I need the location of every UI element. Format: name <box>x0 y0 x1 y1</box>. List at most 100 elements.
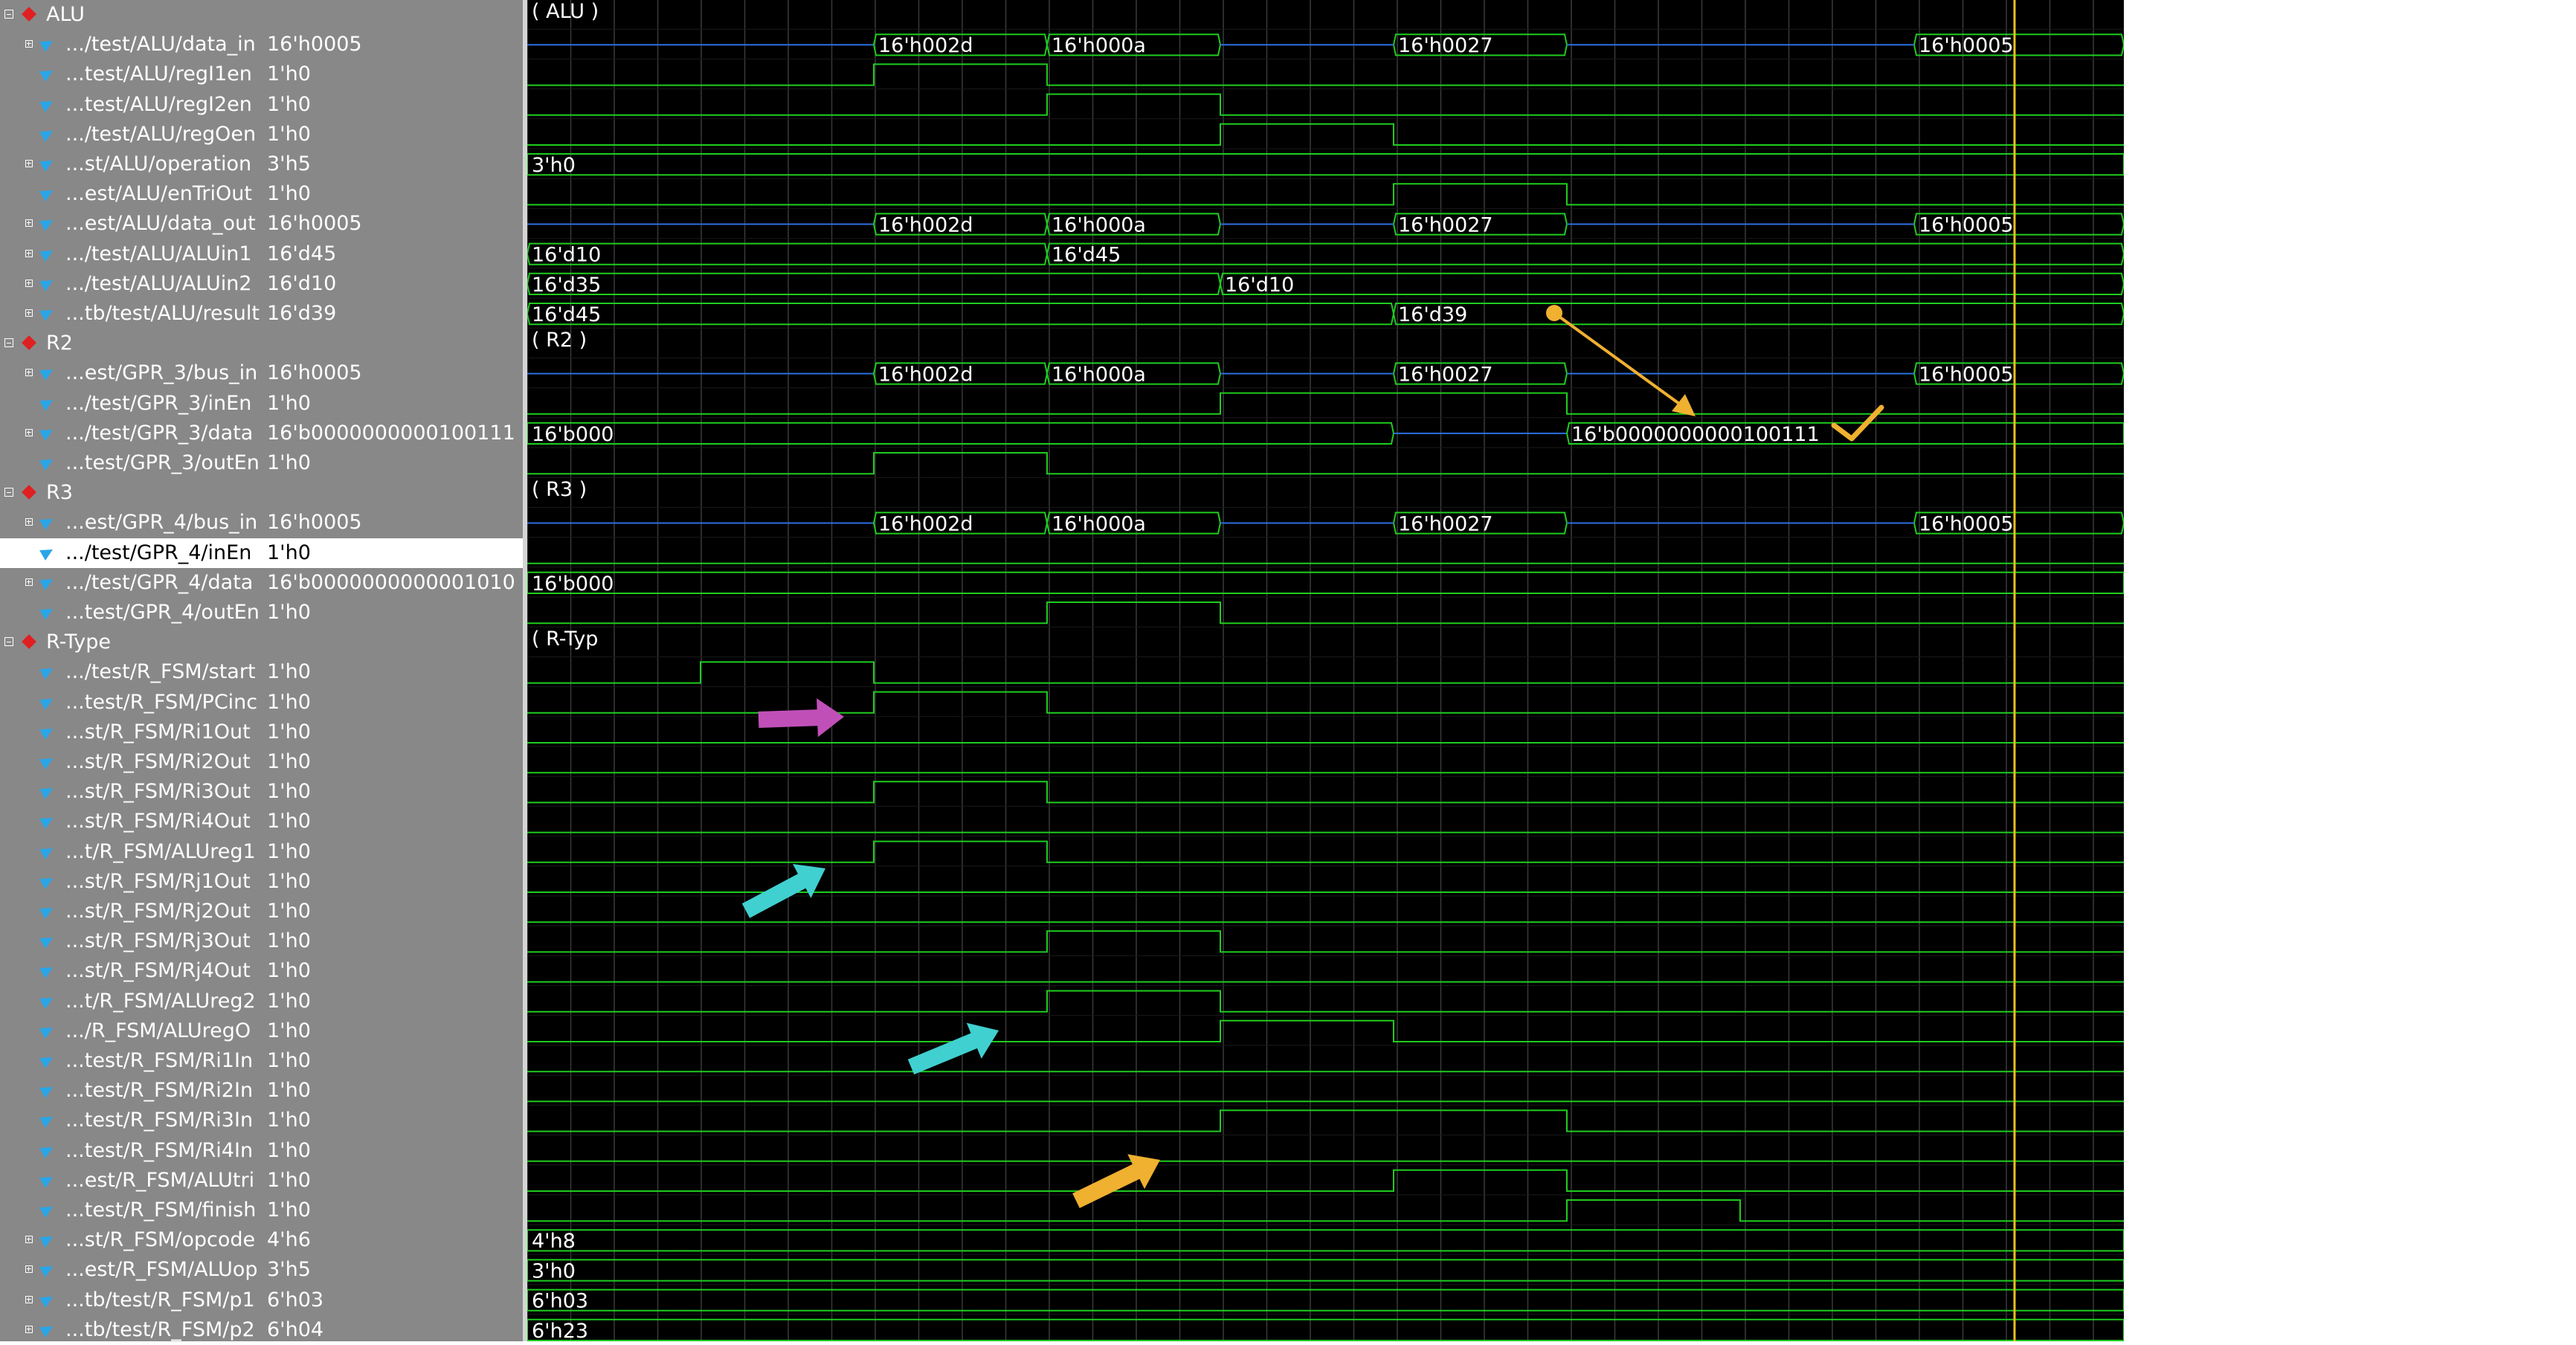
signal-row[interactable]: ...est/GPR_4/bus_in 16'h0005 <box>0 508 523 538</box>
signal-row[interactable]: ...tb/test/ALU/result 16'd39 <box>0 299 523 329</box>
group-row-r2[interactable]: R2 <box>0 329 523 358</box>
expand-bus-icon[interactable] <box>25 309 33 317</box>
signal-arrow-icon <box>39 394 56 411</box>
signal-arrow-icon <box>39 1052 56 1068</box>
expand-bus-icon[interactable] <box>25 279 33 287</box>
bus-segment <box>527 153 2124 176</box>
waveform-canvas[interactable]: ( ALU ) 16'h002d 16'h000a 16'h0027 16'h0005 3… <box>527 0 2124 1341</box>
signal-row[interactable]: ...st/R_FSM/Rj3Out 1'h0 <box>0 926 523 956</box>
expand-bus-icon[interactable] <box>25 369 33 377</box>
signal-row[interactable]: ...test/ALU/regI1en 1'h0 <box>0 59 523 89</box>
signal-row[interactable]: ...test/R_FSM/Ri3In 1'h0 <box>0 1106 523 1135</box>
signal-arrow-icon <box>39 65 56 83</box>
signal-name: ...est/R_FSM/ALUop <box>65 1258 258 1282</box>
signal-name: ...est/GPR_4/bus_in <box>65 511 258 535</box>
signal-arrow-icon <box>39 215 56 232</box>
signal-arrow-icon <box>39 36 56 53</box>
signal-name: ...test/ALU/regI1en <box>65 62 252 86</box>
signal-row[interactable]: ...t/R_FSM/ALUreg2 1'h0 <box>0 987 523 1016</box>
signal-row[interactable]: ...test/R_FSM/finish 1'h0 <box>0 1196 523 1225</box>
signal-row[interactable]: ...t/R_FSM/ALUreg1 1'h0 <box>0 837 523 867</box>
bit-waveform <box>527 930 2124 953</box>
bus-value-label: 16'h0027 <box>1398 363 1493 386</box>
collapse-toggle-icon[interactable] <box>4 637 13 647</box>
expand-bus-icon[interactable] <box>25 1236 33 1244</box>
signal-name: .../test/GPR_3/data <box>65 421 254 445</box>
signal-arrow-icon <box>39 544 56 561</box>
waveform-pane[interactable]: ( ALU ) 16'h002d 16'h000a 16'h0027 16'h0005 3… <box>527 0 2124 1341</box>
collapse-toggle-icon[interactable] <box>4 488 13 497</box>
signal-row[interactable]: ...tb/test/R_FSM/p2 6'h04 <box>0 1315 523 1345</box>
annotation-arrow-orange <box>1072 1154 1160 1208</box>
signal-arrow-icon <box>39 1171 56 1188</box>
expand-bus-icon[interactable] <box>25 1325 33 1333</box>
signal-arrow-icon <box>39 813 56 830</box>
expand-bus-icon[interactable] <box>25 1295 33 1303</box>
group-name: R-Type <box>46 630 111 654</box>
signal-value: 1'h0 <box>267 122 311 146</box>
signal-row[interactable]: ...st/R_FSM/Rj1Out 1'h0 <box>0 867 523 897</box>
signal-row[interactable]: .../test/GPR_3/data 16'b0000000000100111 <box>0 419 523 448</box>
expand-bus-icon[interactable] <box>25 578 33 586</box>
signal-row[interactable]: .../test/ALU/data_in 16'h0005 <box>0 30 523 59</box>
signal-row[interactable]: ...est/ALU/enTriOut 1'h0 <box>0 179 523 209</box>
group-wave-label: ( R2 ) <box>532 329 587 352</box>
signal-row[interactable]: .../test/GPR_4/inEn 1'h0 <box>0 538 523 568</box>
bit-waveform <box>527 452 2124 475</box>
group-row-alu[interactable]: ALU <box>0 0 523 30</box>
signal-row[interactable]: ...test/GPR_4/outEn 1'h0 <box>0 598 523 628</box>
signal-row[interactable]: ...test/R_FSM/PCinc 1'h0 <box>0 688 523 717</box>
signal-row[interactable]: ...test/R_FSM/Ri1In 1'h0 <box>0 1046 523 1076</box>
group-row-r-type[interactable]: R-Type <box>0 628 523 657</box>
signal-row[interactable]: .../R_FSM/ALUregO 1'h0 <box>0 1016 523 1046</box>
signal-row[interactable]: ...est/ALU/data_out 16'h0005 <box>0 209 523 239</box>
signal-row[interactable]: .../test/ALU/regOen 1'h0 <box>0 120 523 149</box>
signal-row[interactable]: .../test/R_FSM/start 1'h0 <box>0 657 523 687</box>
signal-row[interactable]: .../test/ALU/ALUin2 16'd10 <box>0 269 523 299</box>
collapse-toggle-icon[interactable] <box>4 338 13 348</box>
signal-row[interactable]: ...st/R_FSM/Rj4Out 1'h0 <box>0 956 523 986</box>
expand-bus-icon[interactable] <box>25 160 33 167</box>
signal-value: 16'h0005 <box>267 511 362 535</box>
signal-arrow-icon <box>39 155 56 172</box>
signal-row[interactable]: ...st/ALU/operation 3'h5 <box>0 149 523 179</box>
expand-bus-icon[interactable] <box>25 518 33 526</box>
signal-row[interactable]: .../test/GPR_4/data 16'b0000000000001010 <box>0 568 523 598</box>
expand-bus-icon[interactable] <box>25 1265 33 1274</box>
signal-value: 1'h0 <box>267 1168 311 1192</box>
signal-name: ...tb/test/R_FSM/p2 <box>65 1317 255 1341</box>
signal-row[interactable]: ...st/R_FSM/Ri2Out 1'h0 <box>0 747 523 777</box>
collapse-toggle-icon[interactable] <box>4 10 13 19</box>
signal-row[interactable]: ...test/R_FSM/Ri4In 1'h0 <box>0 1136 523 1166</box>
signal-arrow-icon <box>39 305 56 321</box>
signal-row[interactable]: ...st/R_FSM/Ri4Out 1'h0 <box>0 807 523 836</box>
bus-segment <box>527 272 1222 295</box>
signal-row[interactable]: ...est/GPR_3/bus_in 16'h0005 <box>0 358 523 388</box>
expand-bus-icon[interactable] <box>25 40 33 48</box>
signal-value: 1'h0 <box>267 690 311 714</box>
signal-arrow-icon <box>39 872 56 889</box>
signal-row[interactable]: .../test/ALU/ALUin1 16'd45 <box>0 239 523 269</box>
signal-row[interactable]: ...tb/test/R_FSM/p1 6'h03 <box>0 1286 523 1315</box>
signal-row[interactable]: ...st/R_FSM/Ri3Out 1'h0 <box>0 777 523 807</box>
group-row-r3[interactable]: R3 <box>0 478 523 508</box>
expand-bus-icon[interactable] <box>25 428 33 436</box>
signal-value: 4'h6 <box>267 1228 311 1252</box>
signal-value: 1'h0 <box>267 810 311 833</box>
bus-value-label: 16'h002d <box>878 213 973 236</box>
signal-row[interactable]: ...est/R_FSM/ALUtri 1'h0 <box>0 1166 523 1196</box>
expand-bus-icon[interactable] <box>25 249 33 257</box>
signal-row[interactable]: ...st/R_FSM/opcode 4'h6 <box>0 1225 523 1255</box>
group-name: R2 <box>46 332 73 355</box>
signal-name: ...test/R_FSM/finish <box>65 1199 257 1222</box>
signal-row[interactable]: ...st/R_FSM/Ri1Out 1'h0 <box>0 717 523 747</box>
signal-row[interactable]: ...test/GPR_3/outEn 1'h0 <box>0 448 523 478</box>
signal-row[interactable]: ...test/ALU/regI2en 1'h0 <box>0 90 523 120</box>
expand-bus-icon[interactable] <box>25 219 33 228</box>
bus-value-label: 16'h002d <box>878 363 973 386</box>
signal-row[interactable]: ...test/R_FSM/Ri2In 1'h0 <box>0 1076 523 1106</box>
signal-row[interactable]: .../test/GPR_3/inEn 1'h0 <box>0 389 523 419</box>
signal-value: 1'h0 <box>267 451 311 474</box>
signal-row[interactable]: ...est/R_FSM/ALUop 3'h5 <box>0 1255 523 1285</box>
signal-row[interactable]: ...st/R_FSM/Rj2Out 1'h0 <box>0 897 523 926</box>
